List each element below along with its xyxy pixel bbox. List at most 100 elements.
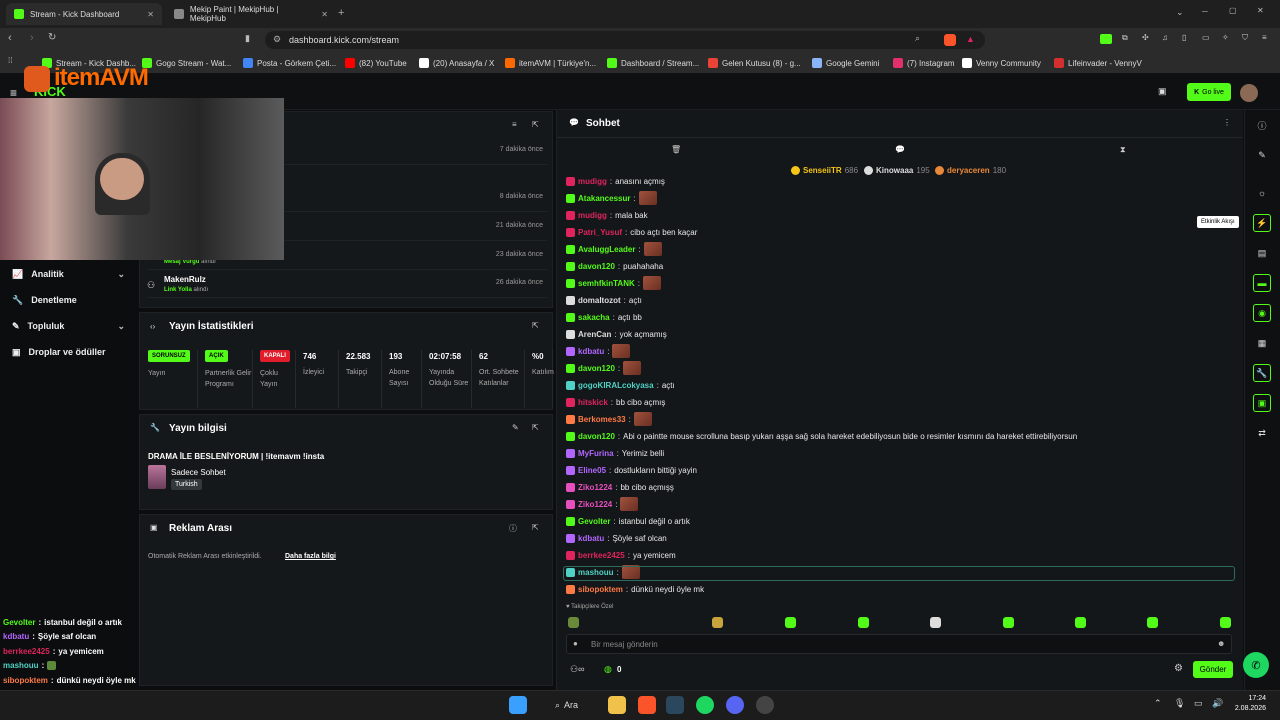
nav-community[interactable]: ✎ Topluluk ⌄ — [0, 314, 137, 338]
zoom-search-icon[interactable]: ⌕ — [915, 33, 920, 44]
info-icon[interactable]: ⓘ — [509, 523, 517, 534]
brave-icon[interactable] — [638, 696, 656, 714]
forward-icon[interactable]: › — [30, 32, 34, 44]
category-thumbnail[interactable] — [148, 465, 166, 489]
bookmark-item[interactable]: Google Gemini — [812, 56, 879, 70]
bookmark-item[interactable]: Dashboard / Stream... — [607, 56, 699, 70]
bookmark-icon[interactable]: ▮ — [245, 33, 250, 44]
clock[interactable]: 17:24 2.08.2026 — [1230, 694, 1266, 714]
kick-extension-icon[interactable] — [1100, 34, 1112, 44]
close-tab-icon[interactable]: ✕ — [147, 10, 154, 19]
back-icon[interactable]: ‹ — [8, 32, 12, 44]
steam-icon[interactable] — [666, 696, 684, 714]
chat-username[interactable]: hitskick — [578, 398, 608, 407]
chat-username[interactable]: Berkomes33 — [578, 415, 626, 424]
maximize-icon[interactable]: ▢ — [1229, 6, 1237, 15]
bookmark-item[interactable]: Venny Community — [962, 56, 1041, 70]
spotify-icon[interactable] — [696, 696, 714, 714]
bookmark-item[interactable]: Gogo Stream - Wat... — [142, 56, 231, 70]
bookmark-item[interactable]: Posta - Görkem Çeti... — [243, 56, 336, 70]
chat-username[interactable]: davon120 — [578, 364, 615, 373]
chat-username[interactable]: Gevolter — [578, 517, 610, 526]
bookmark-item[interactable]: itemAVM | Türkiye'n... — [505, 56, 596, 70]
emote-icon[interactable] — [930, 617, 941, 628]
settings-icon[interactable]: ⚙ — [1174, 663, 1183, 674]
chat-input[interactable]: ● Bir mesaj gönderin ☻ — [566, 634, 1232, 654]
send-button[interactable]: Gönder — [1193, 661, 1233, 678]
chat-username[interactable]: sakacha — [578, 313, 610, 322]
emote-icon[interactable] — [1003, 617, 1014, 628]
chat-username[interactable]: domaltozot — [578, 296, 621, 305]
tab-search-icon[interactable]: ⌄ — [1176, 7, 1184, 18]
start-icon[interactable] — [509, 696, 527, 714]
emote-icon[interactable] — [568, 617, 579, 628]
chat-username[interactable]: semhfkinTANK — [578, 279, 635, 288]
list-icon[interactable]: ▦ — [1253, 334, 1271, 352]
chat-username[interactable]: kdbatu — [578, 347, 604, 356]
popout-icon[interactable]: ⇱ — [532, 120, 539, 129]
go-live-button[interactable]: K Go live — [1187, 83, 1231, 101]
wallet-icon[interactable]: ▭ — [1202, 33, 1210, 42]
popout-icon[interactable]: ⇱ — [532, 321, 539, 330]
broadcast-icon[interactable]: ◉ — [1253, 304, 1271, 322]
chat-username[interactable]: mudigg — [578, 177, 607, 186]
url-field[interactable]: ⚙ dashboard.kick.com/stream ⌕ — [265, 31, 985, 49]
category-name[interactable]: Sadece Sohbet — [171, 468, 226, 477]
puzzle-icon[interactable]: ✣ — [1142, 33, 1149, 42]
emote-icon[interactable] — [712, 617, 723, 628]
reload-icon[interactable]: ↻ — [48, 32, 56, 43]
close-tab-icon[interactable]: ✕ — [321, 10, 328, 19]
chat-username[interactable]: Atakancessur — [578, 194, 630, 203]
obs-icon[interactable] — [756, 696, 774, 714]
chat-username[interactable]: mudigg — [578, 211, 607, 220]
apps-icon[interactable]: ⁞⁞ — [8, 56, 12, 65]
chat-username[interactable]: Patri_Yusuf — [578, 228, 622, 237]
chat-username[interactable]: davon120 — [578, 432, 615, 441]
info-icon[interactable]: ⓘ — [1253, 116, 1271, 134]
emoji-icon[interactable]: ☻ — [1217, 639, 1225, 648]
bookmark-item[interactable]: Gelen Kutusu (8) - g... — [708, 56, 801, 70]
mic-icon[interactable]: 🎙 — [1174, 698, 1185, 709]
nav-analytics[interactable]: 📈 Analitik ⌄ — [0, 262, 137, 286]
chat-username[interactable]: Ziko1224 — [578, 483, 612, 492]
filter-icon[interactable]: ≡ — [512, 120, 517, 129]
users-icon[interactable]: ⚇∞ — [570, 664, 584, 675]
music-icon[interactable]: ♫ — [1162, 33, 1168, 42]
sidebar-icon[interactable]: ▯ — [1182, 33, 1186, 42]
close-window-icon[interactable]: ✕ — [1257, 6, 1264, 15]
discord-icon[interactable] — [726, 696, 744, 714]
chat-username[interactable]: berrkee2425 — [578, 551, 625, 560]
chat-username[interactable]: sibopoktem — [578, 585, 623, 594]
avatar[interactable] — [1240, 84, 1258, 102]
share-icon[interactable]: ⇄ — [1253, 424, 1271, 442]
site-settings-icon[interactable]: ⚙ — [273, 34, 281, 45]
new-tab-icon[interactable]: + — [338, 7, 344, 19]
edit-icon[interactable]: ✎ — [512, 423, 519, 432]
screen-icon[interactable]: ▣ — [1158, 86, 1167, 97]
file-explorer-icon[interactable] — [608, 696, 626, 714]
brave-shield-icon[interactable] — [944, 34, 956, 46]
more-options-icon[interactable]: ⋮ — [1223, 118, 1231, 127]
chat-username[interactable]: AvaluggLeader — [578, 245, 636, 254]
nav-drops-rewards[interactable]: ▣ Droplar ve ödüller — [0, 340, 137, 364]
chat-username[interactable]: MyFurina — [578, 449, 614, 458]
popout-icon[interactable]: ⇱ — [532, 423, 539, 432]
tab-mekip-paint[interactable]: Mekip Paint | MekipHub | MekipHub ✕ — [166, 3, 336, 25]
activity-feed-icon[interactable]: ⚡ — [1253, 214, 1271, 232]
leaderboard-entry[interactable]: SenseiiTR 686 — [791, 166, 858, 175]
chat-toggle-icon[interactable]: ▬ — [1253, 274, 1271, 292]
extension-icon[interactable]: ⧉ — [1122, 33, 1128, 43]
chat-username[interactable]: Ziko1224 — [578, 500, 612, 509]
edit-icon[interactable]: ✎ — [1253, 146, 1271, 164]
leaderboard-entry[interactable]: Kinowaaa 195 — [864, 166, 930, 175]
chat-username[interactable]: ArenCan — [578, 330, 611, 339]
window-icon[interactable]: ▣ — [1253, 394, 1271, 412]
display-icon[interactable]: ▭ — [1194, 698, 1203, 709]
popout-icon[interactable]: ⇱ — [532, 523, 539, 532]
emote-icon[interactable] — [1220, 617, 1231, 628]
chat-username[interactable]: gogoKIRALcokyasa — [578, 381, 654, 390]
support-chat-button[interactable]: ✆ — [1243, 652, 1269, 678]
taskbar-search[interactable]: ⌕ Ara — [547, 694, 595, 716]
brave-rewards-icon[interactable]: ▲ — [966, 34, 975, 44]
trash-icon[interactable]: 🗑 — [671, 145, 681, 154]
